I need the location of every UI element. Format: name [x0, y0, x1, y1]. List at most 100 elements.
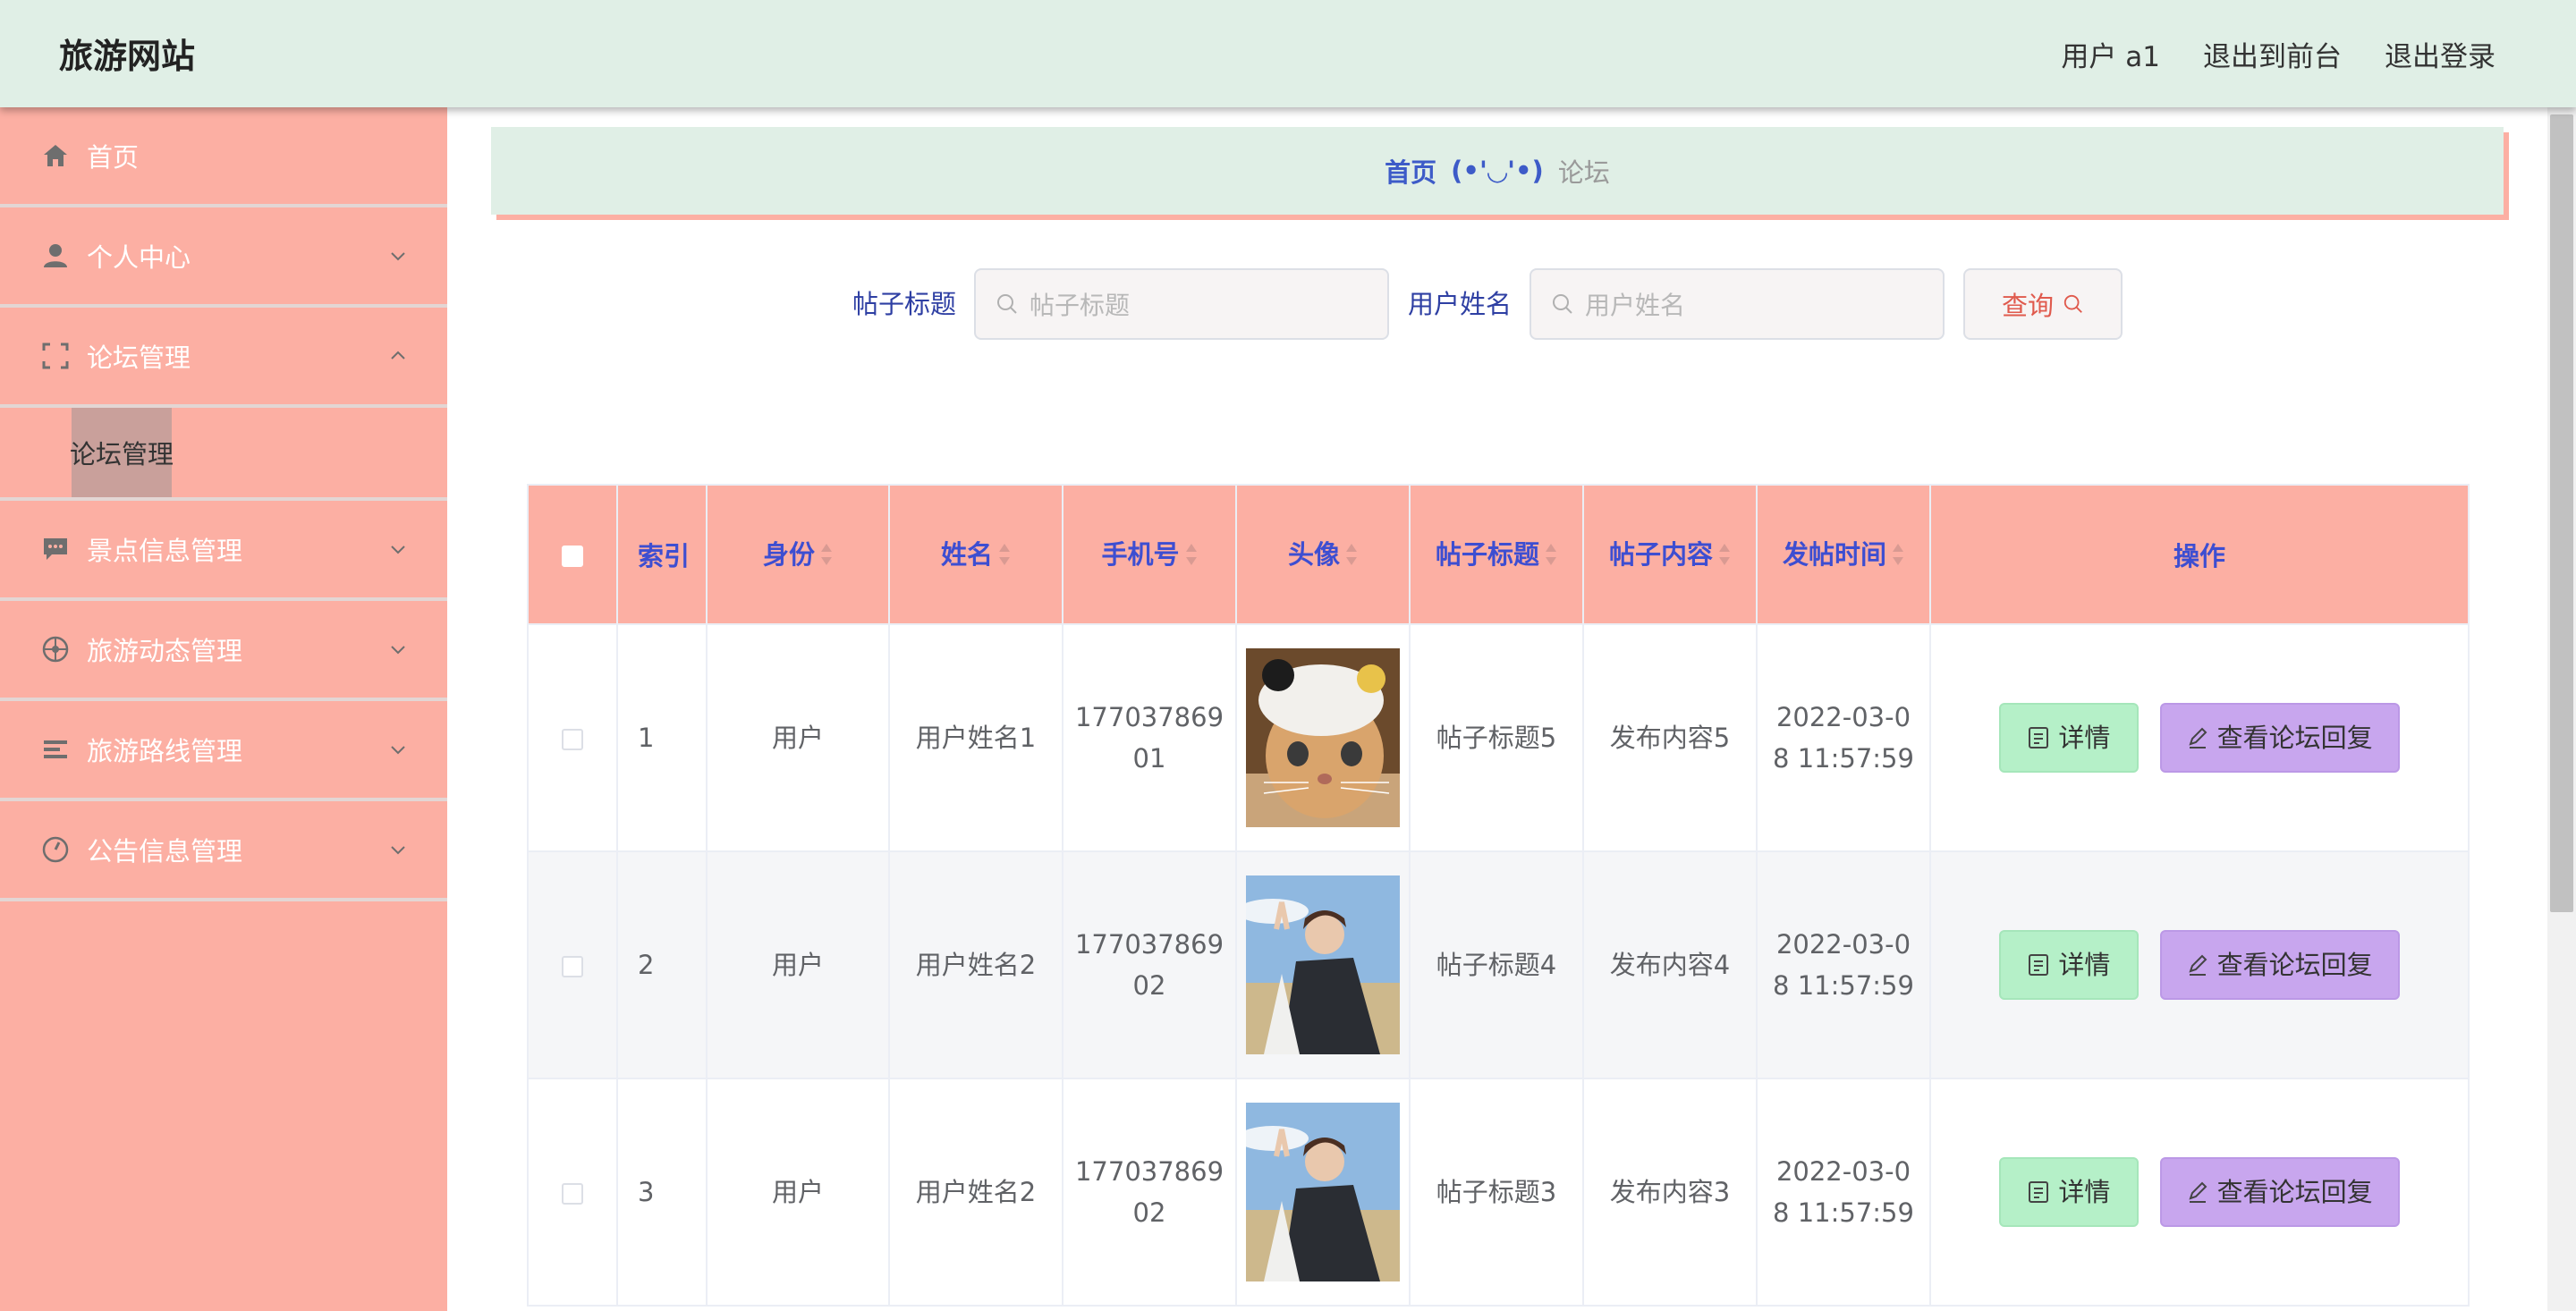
sort-icon[interactable]: [1892, 543, 1904, 566]
table-row: 1 用户 用户姓名1 177037869 01 帖子标题5 发布内容5 2022…: [527, 623, 2470, 852]
column-header-title[interactable]: 帖子标题: [1409, 484, 1584, 625]
sidebar-item-label: 个人中心: [87, 242, 191, 273]
column-header-label: 头像: [1287, 539, 1340, 570]
sidebar-item-label: 公告信息管理: [87, 836, 243, 867]
row-index: 2: [616, 850, 708, 1079]
view-reply-button[interactable]: 查看论坛回复: [2159, 1157, 2400, 1227]
sidebar-item-forum[interactable]: 论坛管理: [0, 308, 447, 408]
row-content: 发布内容4: [1582, 850, 1758, 1079]
submenu-item-forum-manage[interactable]: 论坛管理: [70, 408, 174, 497]
user-icon: [44, 244, 67, 267]
row-checkbox[interactable]: [562, 1183, 583, 1205]
row-phone: 177037869 01: [1062, 623, 1237, 852]
edit-icon: [2189, 954, 2207, 976]
column-header-actions: 操作: [1929, 484, 2470, 625]
detail-button[interactable]: 详情: [1999, 703, 2140, 773]
phone-part: 177037869: [1074, 929, 1224, 960]
list-icon: [44, 740, 67, 758]
row-name: 用户姓名1: [888, 623, 1063, 852]
row-role: 用户: [706, 623, 890, 852]
column-header-label: 帖子标题: [1435, 539, 1539, 570]
column-header-role[interactable]: 身份: [706, 484, 890, 625]
person-avatar-image[interactable]: [1246, 1103, 1400, 1281]
clock-icon: [42, 836, 69, 863]
breadcrumb-separator: (•'◡'•): [1451, 156, 1544, 186]
top-header: 旅游网站 用户 a1 退出到前台 退出登录: [0, 0, 2576, 107]
column-header-index: 索引: [616, 484, 708, 625]
column-header-content[interactable]: 帖子内容: [1582, 484, 1758, 625]
column-header-avatar[interactable]: 头像: [1235, 484, 1411, 625]
name-search-input[interactable]: 用户姓名: [1530, 268, 1945, 340]
sort-icon[interactable]: [1545, 543, 1557, 566]
forum-submenu: 论坛管理: [0, 408, 447, 501]
chat-icon: [44, 538, 67, 560]
row-name: 用户姓名2: [888, 850, 1063, 1079]
time-part: 2022-03-0: [1775, 929, 1911, 960]
detail-button-label: 详情: [2058, 950, 2111, 980]
row-role: 用户: [706, 850, 890, 1079]
query-button-label: 查询: [2001, 291, 2054, 321]
sort-icon[interactable]: [1185, 543, 1198, 566]
frame-icon: [42, 343, 69, 369]
row-actions: 详情 查看论坛回复: [1929, 1078, 2470, 1307]
sidebar-item-profile[interactable]: 个人中心: [0, 207, 447, 308]
sidebar-item-notice[interactable]: 公告信息管理: [0, 801, 447, 901]
column-header-label: 手机号: [1101, 539, 1180, 570]
document-icon: [2029, 727, 2049, 749]
sidebar-item-scenic[interactable]: 景点信息管理: [0, 501, 447, 601]
sidebar-item-travel-route[interactable]: 旅游路线管理: [0, 701, 447, 801]
site-title: 旅游网站: [59, 37, 196, 76]
view-reply-button-label: 查看论坛回复: [2216, 723, 2373, 753]
exit-to-front-link[interactable]: 退出到前台: [2203, 34, 2342, 74]
view-reply-button[interactable]: 查看论坛回复: [2159, 930, 2400, 1000]
cat-avatar-image[interactable]: [1246, 648, 1400, 827]
view-reply-button-label: 查看论坛回复: [2216, 950, 2373, 980]
row-avatar: [1235, 1078, 1411, 1307]
sort-icon[interactable]: [1718, 543, 1731, 566]
view-reply-button[interactable]: 查看论坛回复: [2159, 703, 2400, 773]
row-actions: 详情 查看论坛回复: [1929, 850, 2470, 1079]
time-part: 8 11:57:59: [1773, 743, 1914, 774]
row-checkbox[interactable]: [562, 956, 583, 977]
person-avatar-image[interactable]: [1246, 875, 1400, 1054]
row-checkbox[interactable]: [562, 729, 583, 750]
row-avatar: [1235, 623, 1411, 852]
column-header-name[interactable]: 姓名: [888, 484, 1063, 625]
chevron-down-icon: [391, 546, 405, 554]
phone-part: 02: [1132, 970, 1166, 1001]
logout-link[interactable]: 退出登录: [2385, 34, 2496, 74]
time-part: 8 11:57:59: [1773, 970, 1914, 1001]
sort-icon[interactable]: [1345, 543, 1358, 566]
row-index: 1: [616, 623, 708, 852]
page-scrollbar-thumb[interactable]: [2550, 114, 2573, 912]
title-search-placeholder: 帖子标题: [1030, 291, 1131, 320]
detail-button[interactable]: 详情: [1999, 1157, 2140, 1227]
sidebar-item-label: 景点信息管理: [87, 536, 243, 566]
search-form: 帖子标题 帖子标题 用户姓名 用户姓名 查询: [491, 268, 2504, 340]
sidebar-item-home[interactable]: 首页: [0, 107, 447, 207]
column-header-phone[interactable]: 手机号: [1062, 484, 1237, 625]
document-icon: [2029, 954, 2049, 976]
row-title: 帖子标题4: [1409, 850, 1584, 1079]
chevron-down-icon: [391, 746, 405, 755]
column-header-time[interactable]: 发帖时间: [1756, 484, 1931, 625]
title-search-input[interactable]: 帖子标题: [974, 268, 1389, 340]
detail-button[interactable]: 详情: [1999, 930, 2140, 1000]
forum-table: 索引 身份 姓名 手机号 头像 帖子标题 帖子内容 发帖时间 操作 1 用户 用…: [527, 484, 2470, 1307]
row-time: 2022-03-0 8 11:57:59: [1756, 850, 1931, 1079]
header-nav: 用户 a1 退出到前台 退出登录: [2061, 34, 2496, 74]
query-button[interactable]: 查询: [1963, 268, 2123, 340]
current-user-label[interactable]: 用户 a1: [2061, 34, 2160, 74]
select-all-checkbox[interactable]: [562, 546, 583, 567]
chevron-down-icon: [391, 846, 405, 855]
sort-icon[interactable]: [998, 543, 1011, 566]
phone-part: 02: [1132, 1197, 1166, 1228]
column-header-label: 姓名: [940, 539, 993, 570]
compass-icon: [42, 636, 69, 663]
sort-icon[interactable]: [820, 543, 833, 566]
column-header-label: 发帖时间: [1782, 539, 1886, 570]
name-search-label: 用户姓名: [1408, 289, 1513, 319]
breadcrumb-home[interactable]: 首页: [1385, 152, 1436, 190]
sidebar-item-travel-news[interactable]: 旅游动态管理: [0, 601, 447, 701]
time-part: 2022-03-0: [1775, 702, 1911, 732]
